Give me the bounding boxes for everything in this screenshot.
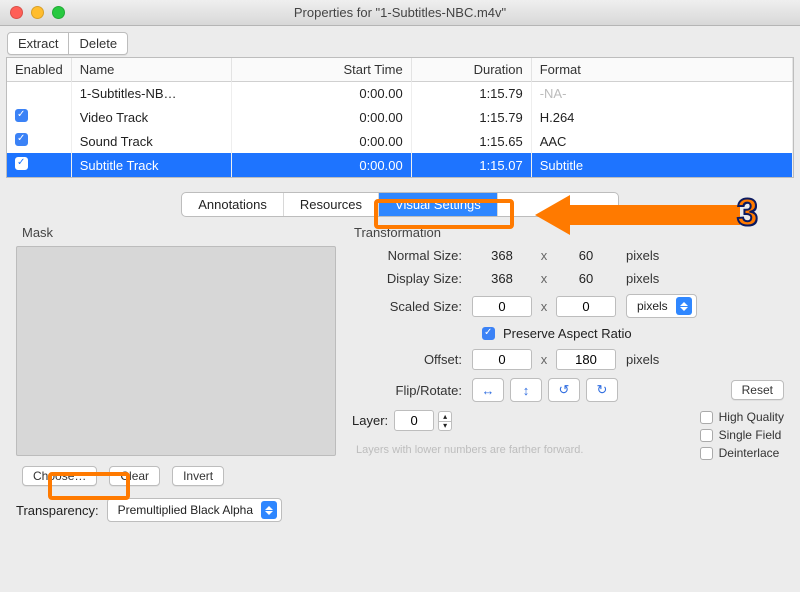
tab-bar: Annotations Resources Visual Settings xyxy=(0,192,800,217)
tab-obscured[interactable] xyxy=(498,193,618,216)
checkbox-icon xyxy=(15,157,28,170)
layer-field[interactable] xyxy=(394,410,434,431)
single-field-checkbox[interactable]: Single Field xyxy=(700,428,784,442)
mask-title: Mask xyxy=(22,225,336,240)
normal-size-label: Normal Size: xyxy=(352,248,472,263)
mask-group: Mask Choose… Clear Invert Transparency: … xyxy=(16,225,336,522)
flip-horizontal-icon: ↔ xyxy=(482,383,495,398)
col-enabled[interactable]: Enabled xyxy=(7,58,71,82)
normal-height: 60 xyxy=(556,248,616,263)
offset-x-field[interactable] xyxy=(472,349,532,370)
flip-vertical-button[interactable]: ↕ xyxy=(510,378,542,402)
reset-button[interactable]: Reset xyxy=(731,380,784,400)
checkbox-icon xyxy=(15,133,28,146)
rotate-cw-icon: ↻ xyxy=(597,382,608,398)
duration-cell: 1:15.79 xyxy=(411,82,531,106)
transformation-group: Transformation Normal Size: 368 x 60 pix… xyxy=(348,225,784,522)
popup-arrows-icon xyxy=(261,501,277,519)
table-header-row: Enabled Name Start Time Duration Format xyxy=(7,58,793,82)
start-cell: 0:00.00 xyxy=(231,153,411,177)
offset-y-field[interactable] xyxy=(556,349,616,370)
checkbox-icon xyxy=(15,109,28,122)
name-cell: Subtitle Track xyxy=(71,153,231,177)
format-cell: H.264 xyxy=(531,105,792,129)
transparency-value: Premultiplied Black Alpha xyxy=(118,503,253,517)
transparency-popup[interactable]: Premultiplied Black Alpha xyxy=(107,498,282,522)
preserve-aspect-checkbox[interactable] xyxy=(482,327,495,340)
format-cell: AAC xyxy=(531,129,792,153)
high-quality-checkbox[interactable]: High Quality xyxy=(700,410,784,424)
col-duration[interactable]: Duration xyxy=(411,58,531,82)
delete-button[interactable]: Delete xyxy=(69,32,128,55)
x-sep: x xyxy=(532,299,556,314)
transparency-label: Transparency: xyxy=(16,503,99,518)
tab-resources[interactable]: Resources xyxy=(284,193,379,216)
x-sep: x xyxy=(532,271,556,286)
format-cell: Subtitle xyxy=(531,153,792,177)
invert-button[interactable]: Invert xyxy=(172,466,224,486)
scaled-height-field[interactable] xyxy=(556,296,616,317)
preserve-aspect-label: Preserve Aspect Ratio xyxy=(503,326,632,341)
x-sep: x xyxy=(532,248,556,263)
stepper-up-icon: ▴ xyxy=(438,411,452,421)
name-cell: Sound Track xyxy=(71,129,231,153)
layer-label: Layer: xyxy=(352,413,388,428)
extract-button[interactable]: Extract xyxy=(7,32,69,55)
stepper-down-icon: ▾ xyxy=(438,421,452,431)
tab-annotations[interactable]: Annotations xyxy=(182,193,284,216)
start-cell: 0:00.00 xyxy=(231,105,411,129)
col-start-time[interactable]: Start Time xyxy=(231,58,411,82)
rotate-ccw-button[interactable]: ↺ xyxy=(548,378,580,402)
table-row[interactable]: 1-Subtitles-NB…0:00.001:15.79-NA- xyxy=(7,82,793,106)
mask-preview xyxy=(16,246,336,456)
display-width: 368 xyxy=(472,271,532,286)
rotate-ccw-icon: ↺ xyxy=(559,382,570,398)
track-table: Enabled Name Start Time Duration Format … xyxy=(6,57,794,178)
table-row[interactable]: Sound Track0:00.001:15.65AAC xyxy=(7,129,793,153)
scaled-unit-popup[interactable]: pixels xyxy=(626,294,697,318)
table-row[interactable]: Video Track0:00.001:15.79H.264 xyxy=(7,105,793,129)
window-title: Properties for "1-Subtitles-NBC.m4v" xyxy=(0,5,800,20)
name-cell: 1-Subtitles-NB… xyxy=(71,82,231,106)
col-format[interactable]: Format xyxy=(531,58,792,82)
start-cell: 0:00.00 xyxy=(231,129,411,153)
col-name[interactable]: Name xyxy=(71,58,231,82)
tab-visual-settings[interactable]: Visual Settings xyxy=(379,193,498,216)
enabled-cell[interactable] xyxy=(7,105,71,129)
popup-arrows-icon xyxy=(676,297,692,315)
display-size-label: Display Size: xyxy=(352,271,472,286)
flip-vertical-icon: ↕ xyxy=(523,383,530,398)
scaled-size-label: Scaled Size: xyxy=(352,299,472,314)
table-row[interactable]: Subtitle Track0:00.001:15.07Subtitle xyxy=(7,153,793,177)
name-cell: Video Track xyxy=(71,105,231,129)
clear-button[interactable]: Clear xyxy=(109,466,160,486)
x-sep: x xyxy=(532,352,556,367)
unit-pixels: pixels xyxy=(616,248,686,263)
choose-button[interactable]: Choose… xyxy=(22,466,97,486)
normal-width: 368 xyxy=(472,248,532,263)
window-titlebar: Properties for "1-Subtitles-NBC.m4v" xyxy=(0,0,800,26)
layer-stepper[interactable]: ▴ ▾ xyxy=(438,411,452,431)
offset-label: Offset: xyxy=(352,352,472,367)
deinterlace-checkbox[interactable]: Deinterlace xyxy=(700,446,784,460)
duration-cell: 1:15.79 xyxy=(411,105,531,129)
duration-cell: 1:15.65 xyxy=(411,129,531,153)
toolbar: Extract Delete xyxy=(0,26,800,57)
unit-pixels: pixels xyxy=(616,352,686,367)
unit-pixels: pixels xyxy=(616,271,686,286)
scaled-unit-value: pixels xyxy=(637,299,668,313)
enabled-cell[interactable] xyxy=(7,153,71,177)
transformation-title: Transformation xyxy=(354,225,784,240)
format-cell: -NA- xyxy=(531,82,792,106)
rotate-cw-button[interactable]: ↻ xyxy=(586,378,618,402)
flip-horizontal-button[interactable]: ↔ xyxy=(472,378,504,402)
enabled-cell[interactable] xyxy=(7,129,71,153)
scaled-width-field[interactable] xyxy=(472,296,532,317)
duration-cell: 1:15.07 xyxy=(411,153,531,177)
enabled-cell[interactable] xyxy=(7,82,71,106)
display-height: 60 xyxy=(556,271,616,286)
flip-rotate-label: Flip/Rotate: xyxy=(352,383,472,398)
start-cell: 0:00.00 xyxy=(231,82,411,106)
